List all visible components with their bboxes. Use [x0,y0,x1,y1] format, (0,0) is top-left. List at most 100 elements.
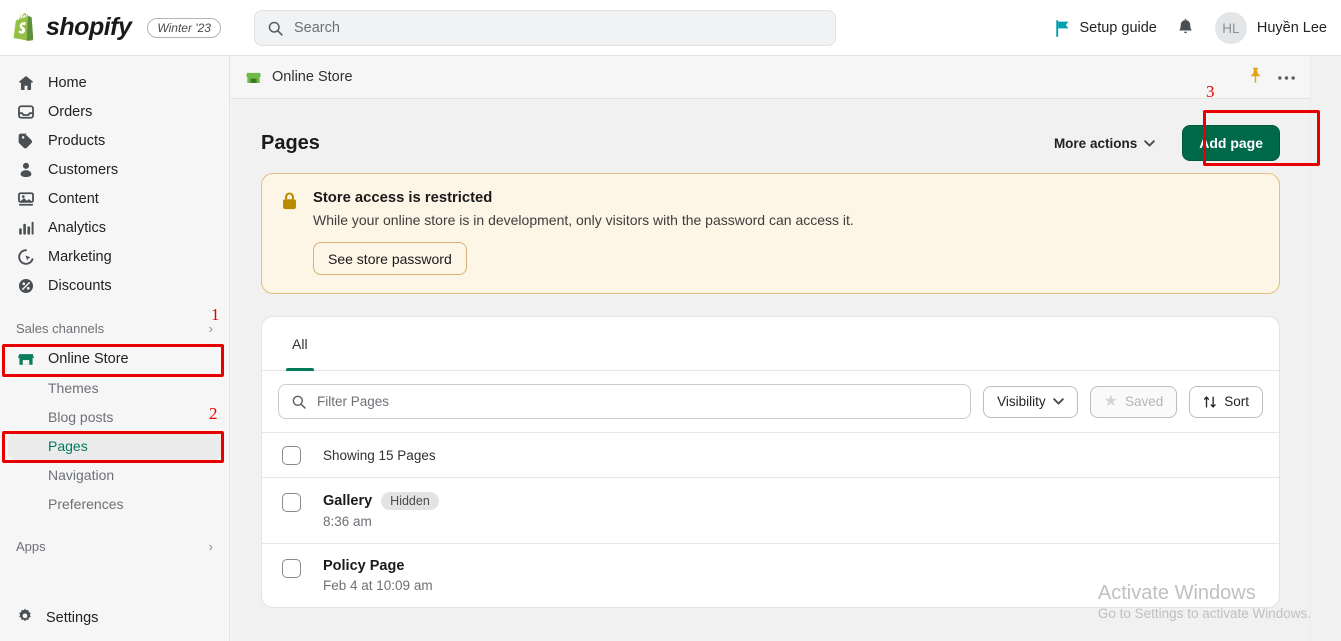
sidebar-item-themes[interactable]: Themes [8,373,221,402]
sales-channels-label: Sales channels [16,320,105,336]
sidebar-item-home[interactable]: Home [8,68,221,97]
sidebar-item-label: Settings [46,610,99,626]
sidebar-item-label: Content [48,190,99,207]
pin-icon [1251,67,1260,83]
filter-pages-input[interactable]: Filter Pages [278,384,972,419]
shopify-admin-window: shopify Winter '23 Search Setup guide HL… [0,0,1341,641]
marketing-target-icon [16,247,36,267]
sidebar-item-blog-posts[interactable]: Blog posts [8,402,221,431]
apps-label: Apps [16,538,46,554]
tab-all[interactable]: All [278,317,322,371]
banner-text: While your online store is in developmen… [313,212,854,228]
sidebar-item-label: Preferences [48,495,124,512]
bar-chart-icon [16,218,36,238]
page-body: Pages More actions Add page Store access… [231,99,1310,608]
shopify-wordmark: shopify [46,13,132,41]
sidebar-item-pages[interactable]: Pages [8,431,221,460]
breadcrumb: Online Store [231,56,1310,99]
sidebar-item-label: Marketing [48,248,112,265]
gear-icon [16,607,34,630]
discount-percent-icon [16,276,36,296]
chevron-down-icon [1144,139,1156,147]
tag-icon [16,131,36,151]
flag-icon [1056,19,1069,37]
sidebar-item-online-store[interactable]: Online Store [8,344,221,373]
chevron-right-icon: › [208,538,213,554]
banner-title: Store access is restricted [313,190,493,206]
row-content: Gallery Hidden 8:36 am [323,492,439,529]
sidebar-item-label: Orders [48,103,93,120]
pages-card: All Filter Pages Visibility ★ Saved Sort… [261,316,1280,608]
sidebar-item-discounts[interactable]: Discounts [8,271,221,300]
more-actions-label: More actions [1053,135,1138,151]
tab-bar: All [262,317,1279,371]
add-page-button[interactable]: Add page [1182,125,1280,161]
notifications-button[interactable] [1171,13,1201,43]
sort-button[interactable]: Sort [1189,385,1263,418]
page-header: Pages More actions Add page [261,121,1280,165]
setup-guide-label: Setup guide [1079,20,1157,36]
sidebar-item-marketing[interactable]: Marketing [8,242,221,271]
vertical-scrollbar[interactable] [1310,56,1341,641]
sidebar-item-label: Analytics [48,219,107,236]
global-search-input[interactable]: Search [254,10,836,46]
row-subtitle: 8:36 am [323,514,372,529]
orders-icon [16,102,36,122]
select-all-checkbox[interactable] [282,446,301,465]
row-content: Policy Page Feb 4 at 10:09 am [323,558,433,593]
row-title: Policy Page [323,558,405,574]
saved-label: Saved [1124,394,1164,409]
content-icon [16,189,36,209]
search-icon [268,21,283,36]
sidebar-item-navigation[interactable]: Navigation [8,460,221,489]
sidebar-item-label: Discounts [48,277,112,294]
sidebar-item-settings[interactable]: Settings [8,603,238,633]
more-actions-button[interactable]: More actions [1040,127,1169,159]
user-name: Huyền Lee [1256,20,1327,36]
filter-placeholder: Filter Pages [317,394,390,409]
saved-views-button[interactable]: ★ Saved [1089,385,1178,418]
pin-button[interactable] [1248,67,1263,88]
apps-section-header[interactable]: Apps › [8,534,221,558]
search-placeholder: Search [294,20,340,36]
banner-content: Store access is restricted While your on… [313,190,854,275]
sidebar-item-analytics[interactable]: Analytics [8,213,221,242]
sidebar: Home Orders Products Customers Content A… [0,56,230,641]
table-row[interactable]: Policy Page Feb 4 at 10:09 am [262,543,1279,607]
store-access-banner: Store access is restricted While your on… [261,173,1280,294]
store-icon [246,72,261,83]
sidebar-item-content[interactable]: Content [8,184,221,213]
sales-channels-section-header[interactable]: Sales channels › [8,316,221,340]
row-subtitle: Feb 4 at 10:09 am [323,578,433,593]
main-content: Online Store Pages More actions Add page… [231,56,1310,641]
search-icon [292,395,306,409]
visibility-filter-button[interactable]: Visibility [983,385,1078,418]
sidebar-item-label: Customers [48,161,119,178]
sidebar-item-products[interactable]: Products [8,126,221,155]
more-options-button[interactable] [1277,68,1296,86]
visibility-label: Visibility [997,394,1046,409]
lock-icon [283,192,296,210]
row-checkbox[interactable] [282,493,301,512]
sidebar-item-label: Navigation [48,466,115,483]
tab-label: All [292,335,308,352]
topbar-right-group: Setup guide HL Huyền Lee [1055,0,1327,56]
user-menu-button[interactable]: HL Huyền Lee [1214,12,1327,44]
sidebar-item-preferences[interactable]: Preferences [8,489,221,518]
sidebar-item-label: Home [48,74,87,91]
store-icon [16,349,36,369]
table-row[interactable]: Gallery Hidden 8:36 am [262,477,1279,543]
sort-arrows-icon [1204,395,1216,408]
breadcrumb-label: Online Store [272,69,353,85]
shopify-logo[interactable]: shopify Winter '23 [0,12,221,43]
row-title-line: Gallery Hidden [323,492,439,510]
sidebar-item-label: Pages [48,437,88,454]
sidebar-item-label: Themes [48,379,99,396]
sidebar-item-orders[interactable]: Orders [8,97,221,126]
setup-guide-button[interactable]: Setup guide [1055,19,1157,37]
sidebar-item-customers[interactable]: Customers [8,155,221,184]
see-store-password-button[interactable]: See store password [313,242,467,275]
row-checkbox[interactable] [282,559,301,578]
crumbbar-actions [1248,67,1310,88]
page-title: Pages [261,131,320,154]
